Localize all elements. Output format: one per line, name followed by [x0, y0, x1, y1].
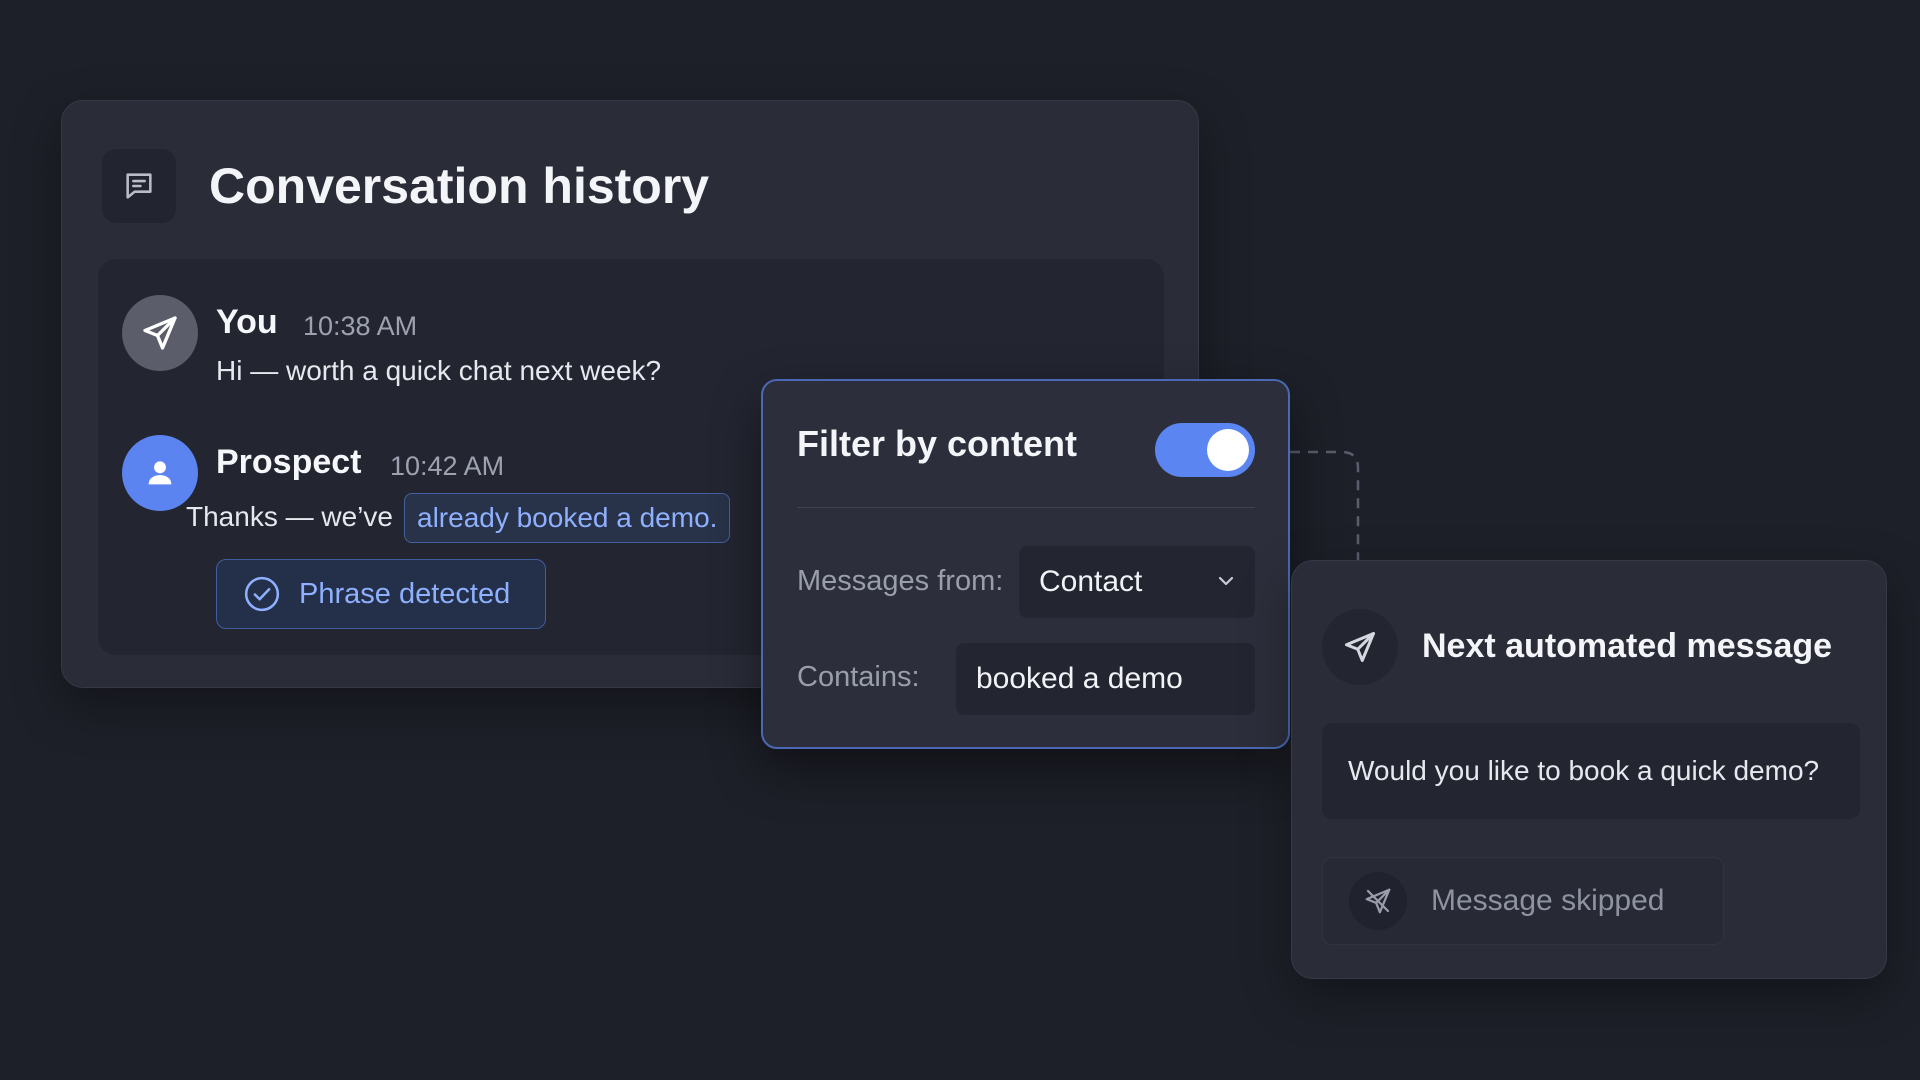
phrase-detected-badge: Phrase detected: [216, 559, 546, 629]
message-skipped-status: Message skipped: [1322, 857, 1724, 945]
highlighted-phrase: already booked a demo.: [404, 493, 731, 543]
send-off-icon: [1349, 872, 1407, 930]
message-skipped-label: Message skipped: [1431, 884, 1665, 917]
next-automated-message-card: Next automated message Would you like to…: [1291, 560, 1887, 979]
send-icon: [1322, 609, 1398, 685]
user-icon: [122, 435, 198, 511]
chevron-down-icon: [1218, 576, 1234, 586]
page-title: Conversation history: [209, 158, 710, 214]
messages-from-select[interactable]: Contact: [1019, 546, 1255, 618]
message-sender: Prospect: [216, 443, 362, 481]
messages-from-label: Messages from:: [797, 565, 1004, 597]
filter-title: Filter by content: [797, 423, 1078, 464]
flow-connector: [1290, 450, 1360, 562]
contains-label: Contains:: [797, 661, 920, 693]
send-icon: [122, 295, 198, 371]
message-text: Hi — worth a quick chat next week?: [216, 355, 662, 386]
filter-by-content-card: Filter by content Messages from: Contact…: [761, 379, 1290, 749]
toggle-knob: [1207, 429, 1249, 471]
contains-input[interactable]: booked a demo: [956, 643, 1255, 715]
messages-from-value: Contact: [1039, 565, 1143, 598]
divider: [797, 507, 1255, 508]
message-text: Thanks — we’ve: [186, 501, 393, 532]
message-sender: You: [216, 303, 278, 341]
chat-icon: [102, 149, 176, 223]
next-message-title: Next automated message: [1422, 627, 1833, 665]
phrase-detected-label: Phrase detected: [299, 577, 511, 610]
message-timestamp: 10:38 AM: [303, 311, 418, 341]
next-message-preview: Would you like to book a quick demo?: [1322, 723, 1860, 819]
filter-toggle[interactable]: [1155, 423, 1255, 477]
message-timestamp: 10:42 AM: [390, 451, 505, 481]
check-circle-icon: [244, 576, 280, 612]
